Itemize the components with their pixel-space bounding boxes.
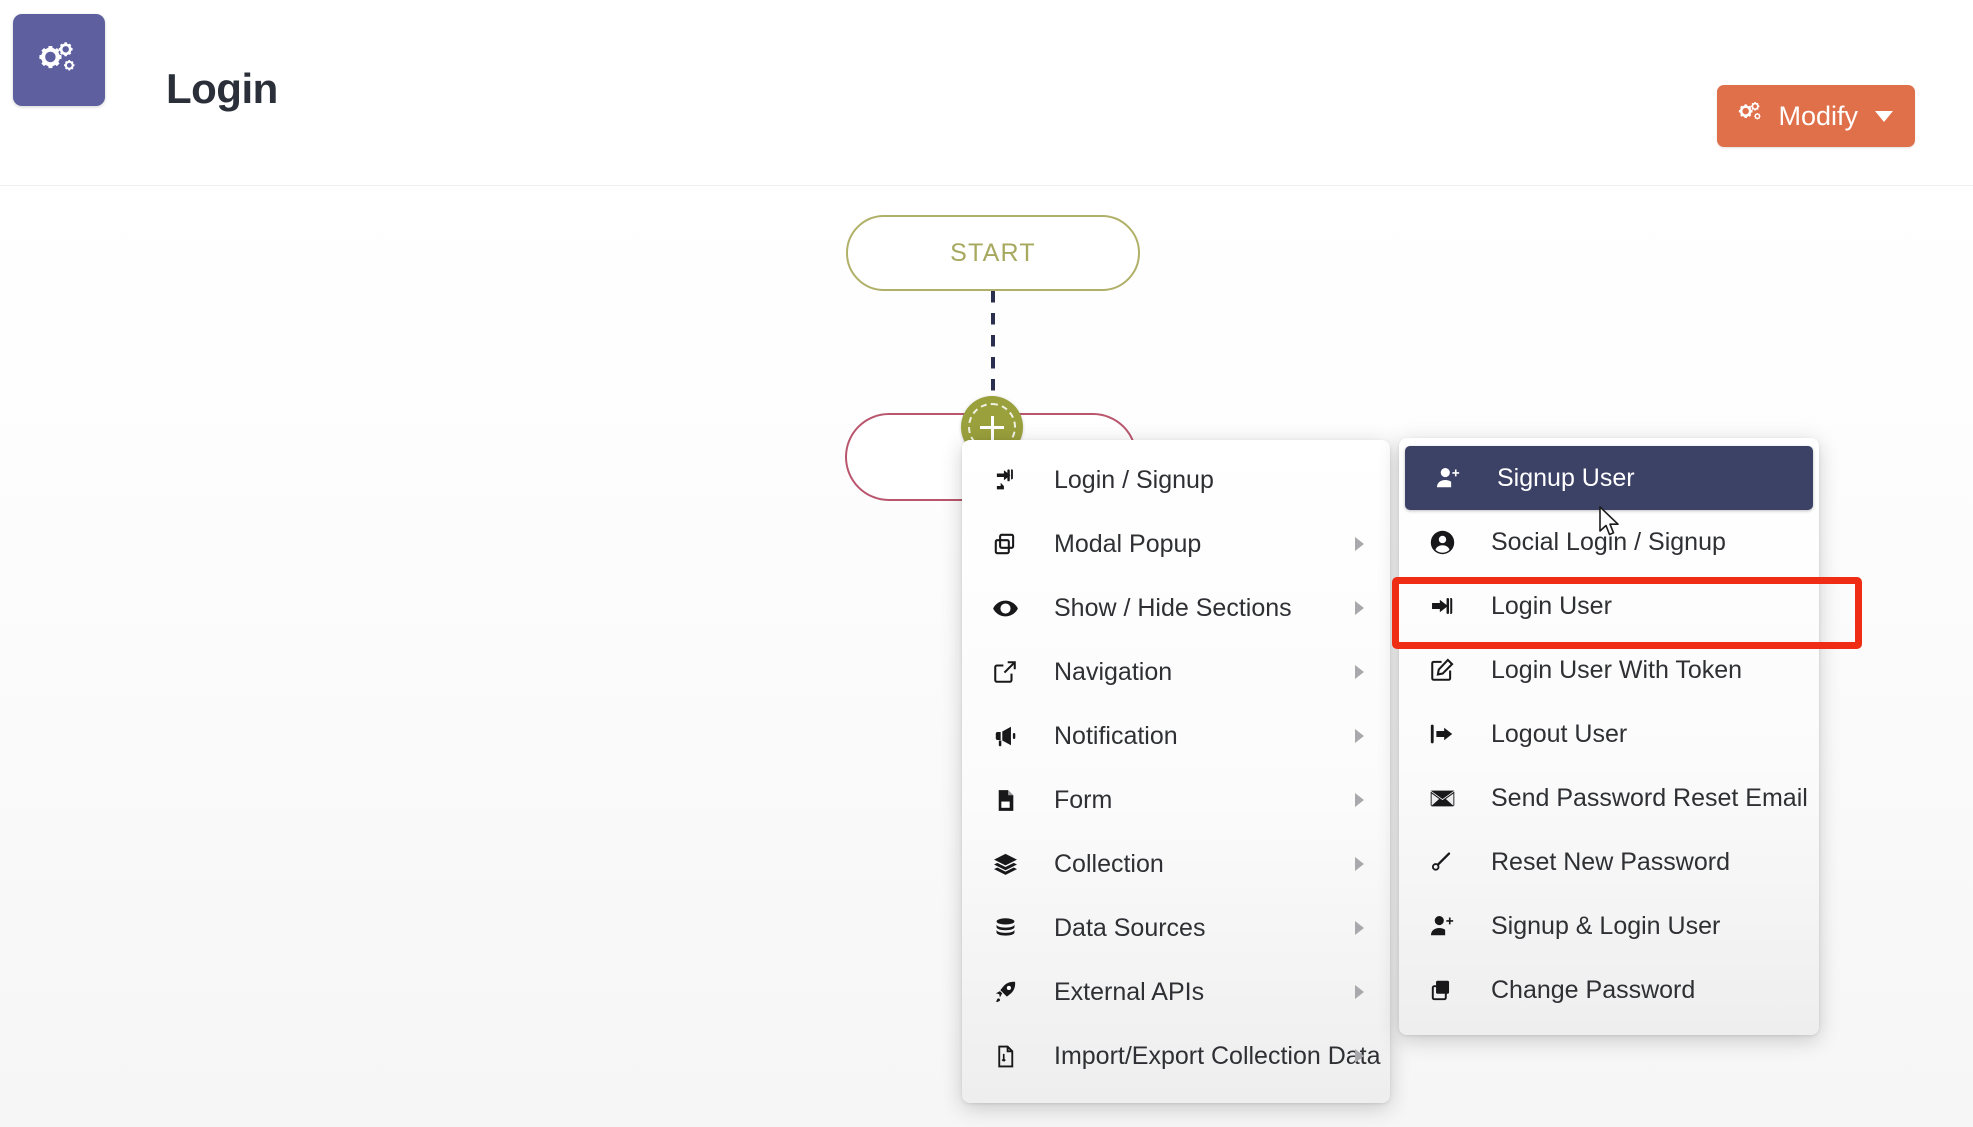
chevron-right-icon: [1355, 793, 1364, 807]
menu-item-label: Notification: [1054, 721, 1178, 750]
external-link-icon: [984, 659, 1026, 685]
submenu-item-label: Social Login / Signup: [1491, 527, 1726, 556]
start-node[interactable]: START: [846, 215, 1140, 291]
submenu-item-label: Logout User: [1491, 719, 1628, 748]
menu-item-label: Login / Signup: [1054, 465, 1214, 494]
chevron-right-icon: [1355, 729, 1364, 743]
submenu-item-label: Login User: [1491, 591, 1612, 620]
eye-icon: [984, 595, 1026, 622]
envelope-icon: [1421, 785, 1463, 812]
form-document-icon: [984, 788, 1026, 813]
menu-item-label: Data Sources: [1054, 913, 1206, 942]
file-export-icon: [984, 1044, 1026, 1069]
submenu-item-login-user-with-token[interactable]: Login User With Token: [1399, 638, 1819, 702]
plus-icon-vertical: [990, 415, 994, 440]
menu-item-collection[interactable]: Collection: [962, 832, 1390, 896]
wrench-icon: [1421, 849, 1463, 875]
menu-item-login-signup[interactable]: Login / Signup: [962, 448, 1390, 512]
chevron-right-icon: [1355, 1049, 1364, 1063]
menu-item-label: Collection: [1054, 849, 1164, 878]
chevron-right-icon: [1355, 601, 1364, 615]
chevron-right-icon: [1355, 985, 1364, 999]
database-icon: [984, 916, 1026, 941]
flow-connector-dashed-line: [991, 291, 995, 395]
submenu-item-send-password-reset-email[interactable]: Send Password Reset Email: [1399, 766, 1819, 830]
menu-item-modal-popup[interactable]: Modal Popup: [962, 512, 1390, 576]
submenu-item-signup-user[interactable]: Signup User: [1405, 446, 1813, 510]
logout-arrow-icon: [1421, 721, 1463, 747]
action-category-menu[interactable]: Login / Signup Modal Popup Show / Hide S…: [962, 440, 1390, 1103]
start-node-label: START: [950, 238, 1036, 267]
menu-item-form[interactable]: Form: [962, 768, 1390, 832]
submenu-item-change-password[interactable]: Change Password: [1399, 958, 1819, 1022]
menu-item-data-sources[interactable]: Data Sources: [962, 896, 1390, 960]
menu-item-label: Show / Hide Sections: [1054, 593, 1292, 622]
chevron-right-icon: [1355, 857, 1364, 871]
layers-icon: [984, 851, 1026, 878]
submenu-item-login-user[interactable]: Login User: [1399, 574, 1819, 638]
menu-item-show-hide-sections[interactable]: Show / Hide Sections: [962, 576, 1390, 640]
chevron-right-icon: [1355, 921, 1364, 935]
user-add-icon: [1427, 465, 1469, 491]
user-circle-icon: [1421, 529, 1463, 556]
login-signup-submenu[interactable]: Signup User Social Login / Signup Login …: [1399, 438, 1819, 1035]
login-arrow-icon: [1421, 593, 1463, 619]
user-add-icon: [1421, 913, 1463, 939]
submenu-item-label: Signup & Login User: [1491, 911, 1721, 940]
chevron-right-icon: [1355, 537, 1364, 551]
edit-square-icon: [1421, 657, 1463, 683]
rocket-icon: [984, 979, 1026, 1005]
submenu-item-label: Change Password: [1491, 975, 1696, 1004]
submenu-item-label: Login User With Token: [1491, 655, 1743, 684]
submenu-item-social-login-signup[interactable]: Social Login / Signup: [1399, 510, 1819, 574]
menu-item-notification[interactable]: Notification: [962, 704, 1390, 768]
menu-item-label: Form: [1054, 785, 1113, 814]
chevron-right-icon: [1355, 665, 1364, 679]
copy-square-icon: [984, 531, 1026, 557]
login-arrow-icon: [984, 467, 1026, 493]
menu-item-label: Import/Export Collection Data: [1054, 1041, 1381, 1070]
menu-item-label: External APIs: [1054, 977, 1205, 1006]
menu-item-import-export-collection-data[interactable]: Import/Export Collection Data: [962, 1024, 1390, 1088]
menu-item-external-apis[interactable]: External APIs: [962, 960, 1390, 1024]
submenu-item-label: Signup User: [1497, 463, 1635, 492]
submenu-item-reset-new-password[interactable]: Reset New Password: [1399, 830, 1819, 894]
submenu-item-label: Reset New Password: [1491, 847, 1730, 876]
menu-item-navigation[interactable]: Navigation: [962, 640, 1390, 704]
menu-item-label: Navigation: [1054, 657, 1173, 686]
copy-square-icon: [1421, 977, 1463, 1003]
submenu-item-signup-and-login-user[interactable]: Signup & Login User: [1399, 894, 1819, 958]
menu-item-label: Modal Popup: [1054, 529, 1202, 558]
megaphone-icon: [984, 723, 1026, 749]
submenu-item-label: Send Password Reset Email: [1491, 783, 1808, 812]
submenu-item-logout-user[interactable]: Logout User: [1399, 702, 1819, 766]
